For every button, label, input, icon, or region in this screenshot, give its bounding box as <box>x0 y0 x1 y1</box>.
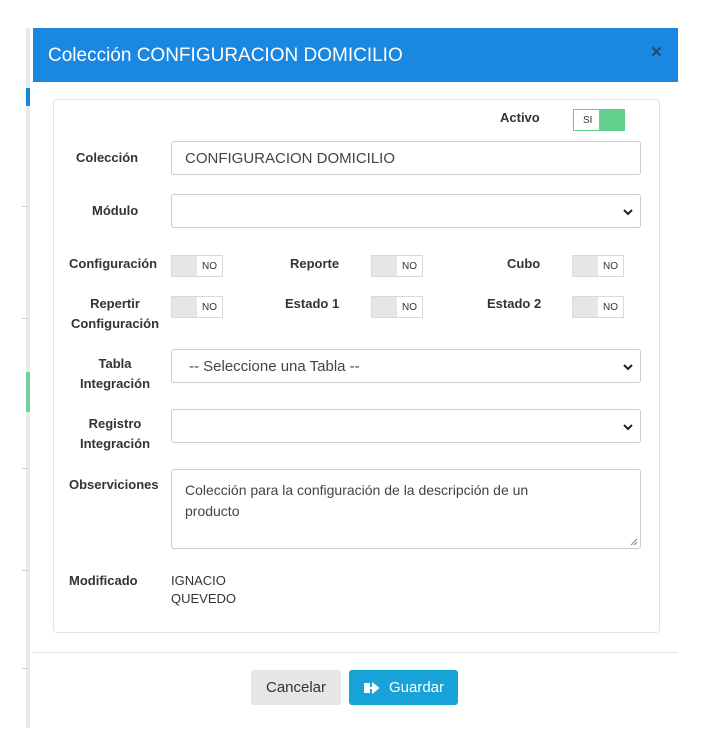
toggle-knob <box>573 256 598 276</box>
cubo-toggle[interactable]: NO <box>572 255 624 277</box>
coleccion-input[interactable]: CONFIGURACION DOMICILIO <box>171 141 641 175</box>
repertir-toggle[interactable]: NO <box>171 296 223 318</box>
toggle-knob <box>172 256 197 276</box>
observaciones-textarea[interactable]: Colección para la configuración de la de… <box>171 469 641 549</box>
save-button[interactable]: Guardar <box>349 670 458 705</box>
toggle-knob <box>372 297 397 317</box>
close-icon[interactable]: × <box>651 43 662 63</box>
backdrop-accent-green <box>26 372 30 412</box>
backdrop-tick <box>22 206 28 207</box>
modificado-value-line1: IGNACIO <box>171 573 226 588</box>
tabla-integracion-label: Tabla Integración <box>69 354 161 394</box>
resize-handle-icon[interactable] <box>630 538 638 546</box>
modificado-label: Modificado <box>69 573 138 588</box>
chevron-down-icon <box>623 424 633 431</box>
configuracion-toggle[interactable]: NO <box>171 255 223 277</box>
toggle-text: NO <box>603 302 618 313</box>
collection-modal: Colección CONFIGURACION DOMICILIO × Acti… <box>33 28 678 728</box>
estado1-label: Estado 1 <box>285 296 340 311</box>
toggle-text: SI <box>583 115 593 126</box>
tabla-label-line1: Tabla <box>98 356 132 371</box>
toggle-knob <box>573 297 598 317</box>
modulo-label: Módulo <box>92 203 139 218</box>
form-panel: Activo SI Colección CONFIGURACION DOMICI… <box>53 99 660 633</box>
toggle-text: NO <box>402 261 417 272</box>
observaciones-value: Colección para la configuración de la de… <box>185 482 529 519</box>
reporte-toggle[interactable]: NO <box>371 255 423 277</box>
chevron-down-icon <box>623 364 633 371</box>
tabla-integracion-select[interactable]: -- Seleccione una Tabla -- <box>171 349 641 383</box>
toggle-text: NO <box>603 261 618 272</box>
registro-integracion-select[interactable] <box>171 409 641 443</box>
modal-header: Colección CONFIGURACION DOMICILIO × <box>33 28 678 82</box>
tabla-label-line2: Integración <box>79 376 151 391</box>
backdrop-tick <box>22 668 28 669</box>
estado1-toggle[interactable]: NO <box>371 296 423 318</box>
modificado-value: IGNACIO QUEVEDO <box>171 572 236 608</box>
backdrop-accent-blue <box>26 88 30 106</box>
footer-divider <box>33 652 678 653</box>
backdrop-tick <box>22 318 28 319</box>
activo-toggle[interactable]: SI <box>573 109 625 131</box>
toggle-knob <box>172 297 197 317</box>
cancel-button-label: Cancelar <box>265 679 327 696</box>
repertir-label-line2: Configuración <box>70 316 160 331</box>
save-button-label: Guardar <box>388 679 445 696</box>
configuracion-label: Configuración <box>69 256 158 271</box>
save-arrow-icon <box>363 681 380 694</box>
backdrop-tick <box>22 570 28 571</box>
repertir-label: Repertir Configuración <box>69 294 161 334</box>
toggle-knob <box>599 110 624 130</box>
activo-label: Activo <box>500 110 540 125</box>
modulo-select[interactable] <box>171 194 641 228</box>
registro-label-line1: Registro <box>88 416 142 431</box>
registro-label-line2: Integración <box>79 436 151 451</box>
toggle-text: NO <box>202 302 217 313</box>
toggle-text: NO <box>402 302 417 313</box>
toggle-knob <box>372 256 397 276</box>
backdrop-tick <box>22 468 28 469</box>
modificado-value-line2: QUEVEDO <box>171 591 237 606</box>
repertir-label-line1: Repertir <box>90 296 140 311</box>
registro-integracion-label: Registro Integración <box>69 414 161 454</box>
coleccion-value: CONFIGURACION DOMICILIO <box>185 150 396 167</box>
modal-title: Colección CONFIGURACION DOMICILIO <box>48 45 403 66</box>
observaciones-label: Observiciones <box>69 477 159 492</box>
coleccion-label: Colección <box>76 150 139 165</box>
estado2-toggle[interactable]: NO <box>572 296 624 318</box>
reporte-label: Reporte <box>290 256 340 271</box>
toggle-text: NO <box>202 261 217 272</box>
estado2-label: Estado 2 <box>487 296 542 311</box>
tabla-integracion-value: -- Seleccione una Tabla -- <box>189 358 360 375</box>
cubo-label: Cubo <box>507 256 541 271</box>
cancel-button[interactable]: Cancelar <box>251 670 341 705</box>
chevron-down-icon <box>623 209 633 216</box>
